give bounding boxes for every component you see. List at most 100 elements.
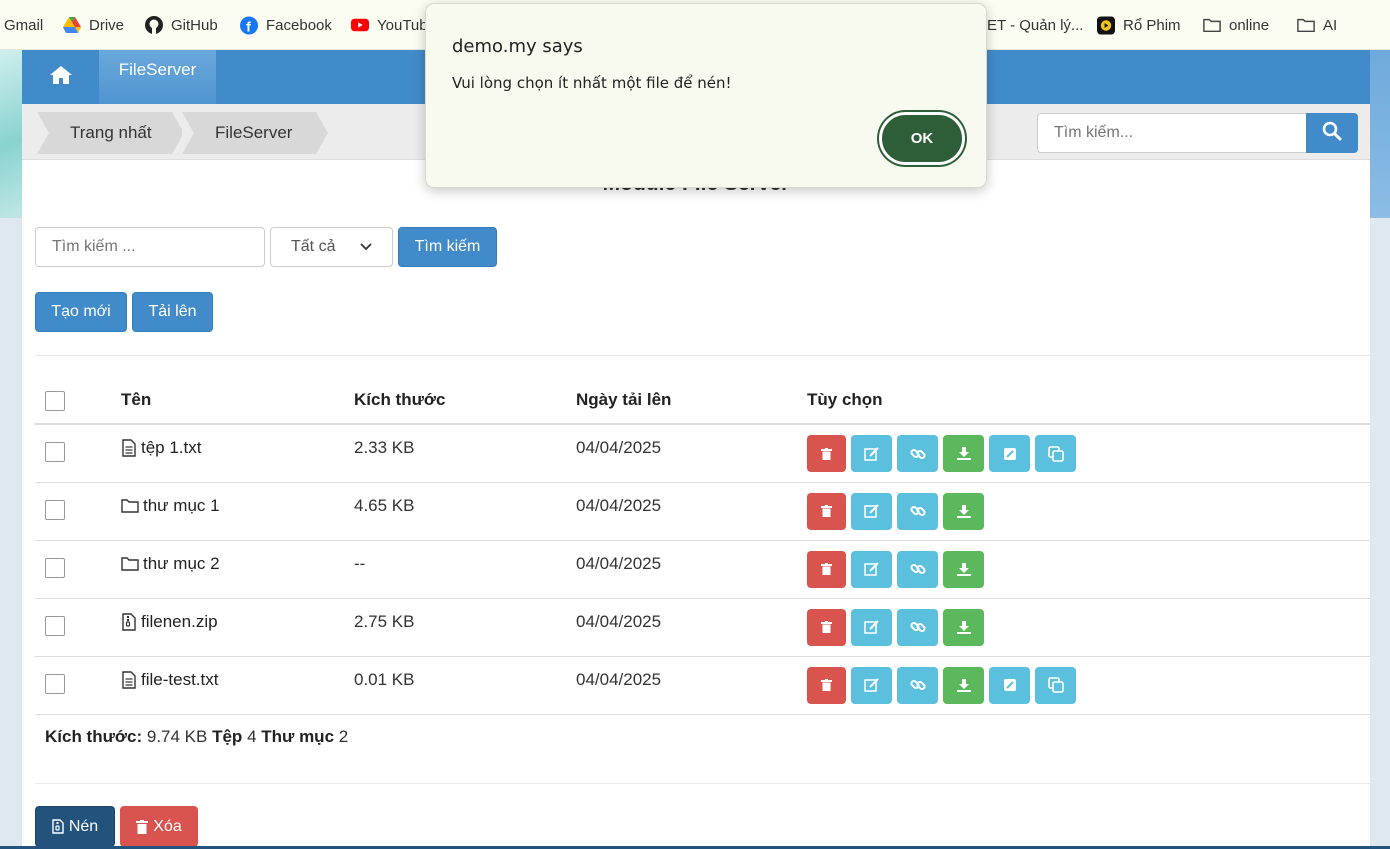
bookmark-facebook[interactable]: f Facebook (240, 14, 332, 36)
share-link-button[interactable] (897, 608, 938, 646)
trash-icon (821, 679, 832, 691)
youtube-icon (351, 16, 369, 34)
table-row: thư mục 2 -- 04/04/2025 (35, 540, 1370, 599)
breadcrumb-home[interactable]: Trang nhất (37, 112, 184, 154)
nav-home-button[interactable] (22, 50, 99, 104)
row-checkbox[interactable] (45, 442, 65, 462)
nav-item-fileserver[interactable]: FileServer (99, 50, 216, 104)
edit-content-button[interactable] (989, 435, 1030, 472)
download-icon (956, 620, 971, 634)
file-date: 04/04/2025 (576, 424, 807, 483)
header-search-input[interactable] (1037, 113, 1307, 153)
bookmark-rophim[interactable]: Rổ Phim (1097, 14, 1181, 36)
bookmark-label: GitHub (171, 16, 218, 34)
bookmark-quanly[interactable]: ET - Quản lý... (987, 14, 1083, 36)
edit-content-button[interactable] (989, 666, 1030, 704)
folder-link[interactable]: thư mục 2 (121, 554, 220, 574)
table-row: file-test.txt 0.01 KB 04/04/2025 (35, 656, 1370, 715)
summary-files-value: 4 (247, 727, 257, 746)
edit-icon (863, 678, 879, 692)
bookmark-online[interactable]: online (1203, 14, 1269, 36)
rename-button[interactable] (851, 492, 892, 530)
compress-button[interactable]: Nén (35, 806, 115, 847)
download-button[interactable] (943, 550, 984, 588)
filter-type-select[interactable]: Tất cả (270, 227, 393, 267)
table-header-row: Tên Kích thước Ngày tải lên Tùy chọn (35, 376, 1370, 425)
file-link[interactable]: file-test.txt (121, 670, 218, 690)
column-header-name[interactable]: Tên (121, 376, 354, 425)
trash-icon (821, 447, 832, 460)
drive-icon (63, 16, 81, 34)
delete-selected-button[interactable]: Xóa (120, 806, 198, 847)
share-link-button[interactable] (897, 666, 938, 704)
copy-button[interactable] (1035, 435, 1076, 472)
bookmark-drive[interactable]: Drive (63, 14, 124, 36)
share-link-button[interactable] (897, 492, 938, 530)
delete-button[interactable] (807, 435, 846, 472)
rename-button[interactable] (851, 435, 892, 472)
column-header-options: Tùy chọn (807, 376, 1370, 425)
bookmark-youtube[interactable]: YouTub (351, 14, 428, 36)
download-button[interactable] (943, 435, 984, 472)
bookmark-gmail[interactable]: Gmail (4, 14, 43, 36)
file-size: 2.33 KB (354, 424, 576, 483)
download-icon (956, 447, 971, 460)
delete-button[interactable] (807, 666, 846, 704)
link-icon (909, 563, 926, 575)
github-icon (145, 16, 163, 34)
row-checkbox[interactable] (45, 615, 65, 636)
trash-icon (136, 819, 149, 834)
search-icon (1322, 121, 1342, 146)
download-button[interactable] (943, 608, 984, 646)
delete-button[interactable] (807, 608, 846, 646)
column-header-size[interactable]: Kích thước (354, 376, 576, 425)
zip-file-icon (52, 819, 64, 834)
row-checkbox[interactable] (45, 499, 65, 520)
bookmark-label: Rổ Phim (1123, 16, 1181, 34)
bookmark-github[interactable]: GitHub (145, 14, 218, 36)
folder-link[interactable]: thư mục 1 (121, 496, 220, 516)
rename-button[interactable] (851, 550, 892, 588)
bookmark-label: ET - Quản lý... (987, 16, 1084, 34)
file-link[interactable]: filenen.zip (121, 612, 218, 632)
table-row: filenen.zip 2.75 KB 04/04/2025 (35, 598, 1370, 657)
download-button[interactable] (943, 492, 984, 530)
filter-search-input[interactable] (35, 227, 265, 267)
rename-button[interactable] (851, 666, 892, 704)
button-label: Tìm kiếm (414, 238, 481, 255)
folder-name: thư mục 2 (143, 553, 220, 573)
divider (35, 355, 1370, 356)
row-checkbox[interactable] (45, 557, 65, 578)
header-search-button[interactable] (1306, 113, 1358, 153)
dialog-ok-button[interactable]: OK (879, 112, 965, 165)
rophim-icon (1097, 16, 1115, 34)
create-new-button[interactable]: Tạo mới (35, 292, 127, 332)
link-icon (909, 679, 926, 691)
select-all-checkbox[interactable] (45, 391, 65, 411)
delete-button[interactable] (807, 550, 846, 588)
pencil-square-icon (1003, 447, 1016, 460)
file-link[interactable]: tệp 1.txt (121, 438, 201, 458)
chevron-down-icon (360, 238, 372, 256)
file-date: 04/04/2025 (576, 540, 807, 599)
file-size: 0.01 KB (354, 656, 576, 715)
row-checkbox[interactable] (45, 673, 65, 694)
copy-icon (1047, 677, 1064, 693)
folder-icon (121, 557, 139, 571)
filter-search-button[interactable]: Tìm kiếm (398, 227, 497, 267)
button-label: Tạo mới (51, 303, 111, 320)
link-icon (909, 505, 926, 517)
download-button[interactable] (943, 666, 984, 704)
delete-button[interactable] (807, 492, 846, 530)
share-link-button[interactable] (897, 550, 938, 588)
summary-files-label: Tệp (212, 727, 243, 746)
download-icon (956, 504, 971, 518)
upload-button[interactable]: Tải lên (132, 292, 213, 332)
column-header-date[interactable]: Ngày tải lên (576, 376, 807, 425)
breadcrumb-fileserver[interactable]: FileServer (182, 112, 328, 154)
bookmark-ai[interactable]: AI (1297, 14, 1337, 36)
rename-button[interactable] (851, 608, 892, 646)
copy-button[interactable] (1035, 666, 1076, 704)
bookmark-label: online (1229, 16, 1270, 34)
share-link-button[interactable] (897, 435, 938, 472)
